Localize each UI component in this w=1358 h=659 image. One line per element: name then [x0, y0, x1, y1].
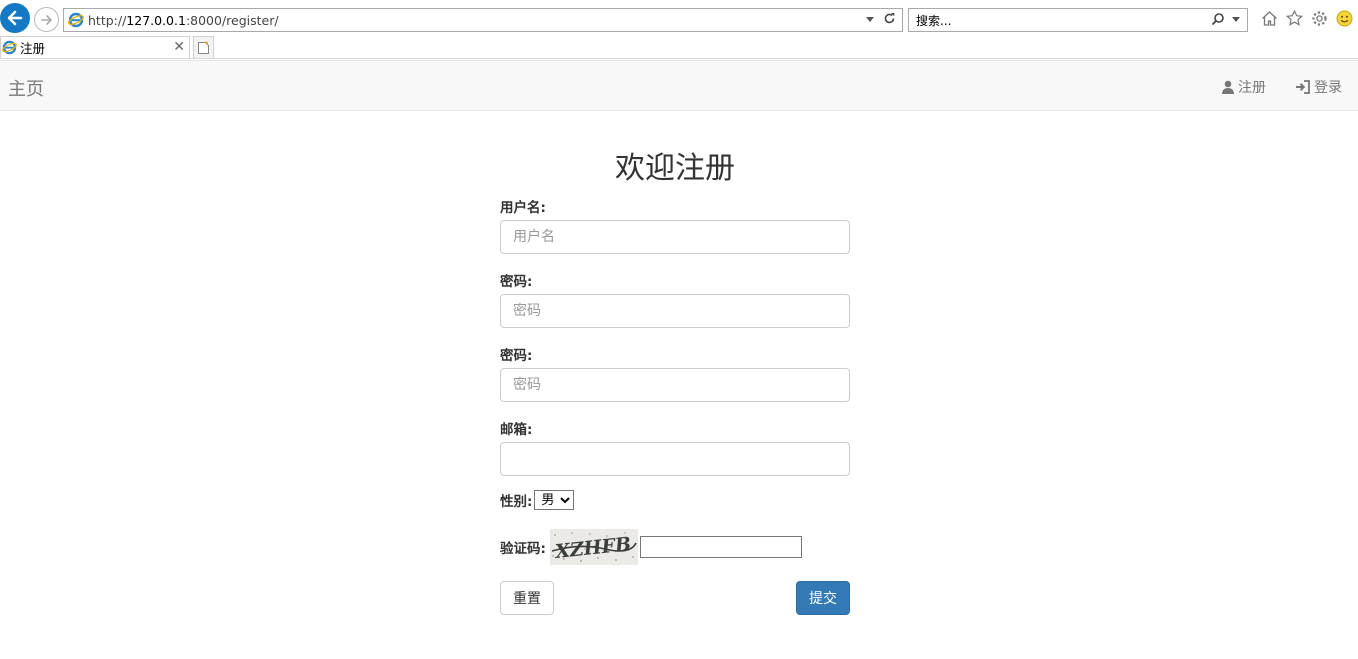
form-group-password: 密码:	[500, 270, 850, 328]
form-group-gender: 性别: 男	[500, 490, 575, 510]
back-button[interactable]	[0, 3, 30, 33]
star-icon[interactable]	[1285, 9, 1304, 28]
nav-link-label: 登录	[1314, 80, 1342, 96]
email-label: 邮箱:	[500, 422, 533, 438]
browser-chrome: http://127.0.0.1:8000/register/ 搜索... 注册…	[0, 0, 1358, 60]
log-in-icon	[1296, 80, 1310, 94]
dropdown-arrow-icon[interactable]	[865, 14, 875, 24]
smiley-feedback-icon[interactable]	[1335, 9, 1354, 28]
arrow-right-icon	[40, 14, 52, 25]
captcha-image[interactable]: XZHFB	[549, 529, 638, 565]
form-group-username: 用户名:	[500, 196, 850, 254]
url-text: http://127.0.0.1:8000/register/	[88, 12, 279, 28]
browser-tab-active[interactable]: 注册 ✕	[0, 36, 190, 58]
page-title: 欢迎注册	[615, 151, 735, 186]
form-group-email: 邮箱:	[500, 418, 850, 476]
new-tab-button[interactable]	[193, 36, 214, 58]
tab-title: 注册	[20, 41, 46, 56]
address-bar[interactable]: http://127.0.0.1:8000/register/	[63, 8, 903, 32]
password-input[interactable]	[500, 294, 850, 328]
user-icon	[1222, 80, 1234, 94]
register-form: 欢迎注册 用户名: 密码: 密码: 邮箱: 性别: 男 验证码:	[500, 140, 850, 615]
search-placeholder: 搜索...	[916, 13, 952, 28]
username-label: 用户名:	[500, 200, 546, 216]
navbar-right-links: 注册 登录	[1221, 77, 1342, 97]
email-input[interactable]	[500, 442, 850, 476]
forward-button[interactable]	[34, 7, 59, 32]
arrow-left-icon	[7, 10, 23, 26]
nav-link-label: 注册	[1238, 80, 1266, 96]
gender-label: 性别:	[500, 494, 533, 510]
dropdown-arrow-icon[interactable]	[1231, 14, 1241, 24]
ie-page-icon	[68, 12, 84, 28]
reset-button[interactable]: 重置	[500, 581, 554, 615]
username-input[interactable]	[500, 220, 850, 254]
close-tab-icon[interactable]: ✕	[173, 39, 185, 55]
nav-link-register[interactable]: 注册	[1221, 77, 1266, 97]
form-group-password-confirm: 密码:	[500, 344, 850, 402]
home-icon[interactable]	[1260, 9, 1279, 28]
captcha-label: 验证码:	[500, 541, 546, 557]
search-box[interactable]: 搜索...	[908, 8, 1248, 32]
refresh-icon[interactable]	[883, 12, 896, 25]
captcha-input[interactable]	[639, 536, 802, 558]
password-confirm-label: 密码:	[500, 348, 533, 364]
tabstrip-divider	[0, 58, 1358, 59]
top-navbar: 主页 注册 登录	[0, 60, 1358, 111]
nav-link-login[interactable]: 登录	[1295, 77, 1342, 97]
new-tab-icon	[198, 40, 209, 54]
gear-icon[interactable]	[1310, 9, 1329, 28]
password-confirm-input[interactable]	[500, 368, 850, 402]
gender-select[interactable]: 男	[534, 490, 575, 510]
browser-toolbar	[1260, 9, 1354, 28]
password-label: 密码:	[500, 274, 533, 290]
submit-button[interactable]: 提交	[796, 581, 850, 615]
form-group-captcha: 验证码: XZHFB	[500, 529, 802, 565]
ie-page-icon	[2, 40, 17, 55]
brand-home-link[interactable]: 主页	[8, 75, 44, 101]
search-icon[interactable]	[1211, 12, 1225, 26]
